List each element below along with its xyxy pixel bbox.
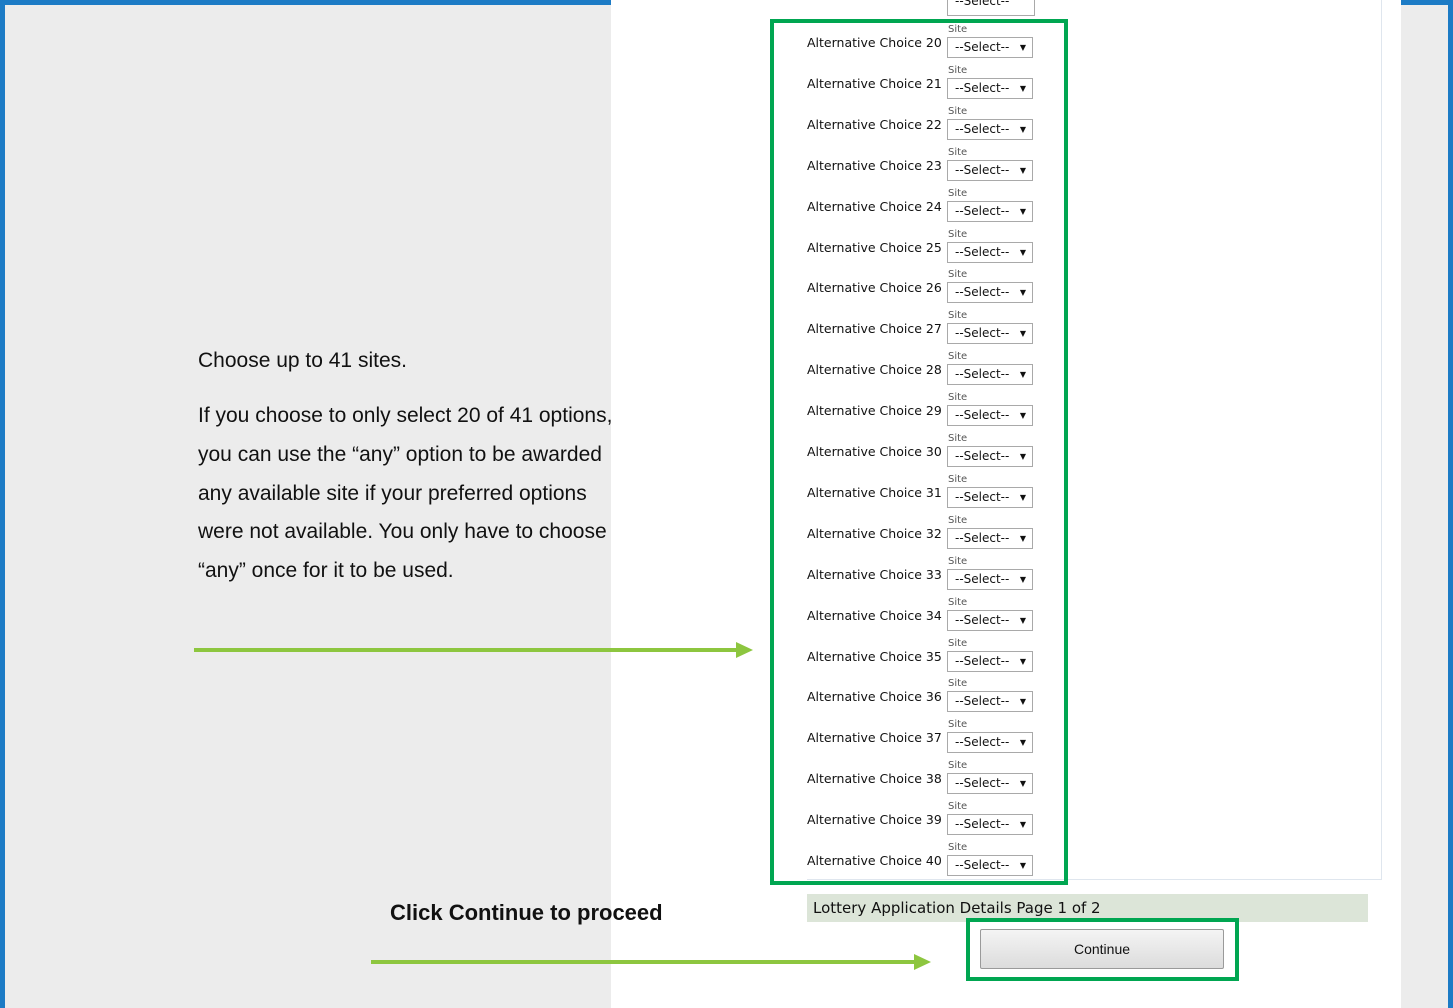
continue-button[interactable]: Continue xyxy=(980,929,1224,969)
instruction-paragraph-line-3: any available site if your preferred opt… xyxy=(198,482,587,505)
click-continue-instruction: Click Continue to proceed xyxy=(390,900,663,925)
instruction-paragraph-line-4: were not available. You only have to cho… xyxy=(198,520,607,543)
site-select-alternative-choice-19[interactable]: --Select-- xyxy=(947,0,1035,16)
choices-highlight-box xyxy=(770,19,1068,885)
instruction-heading: Choose up to 41 sites. xyxy=(198,349,407,372)
instruction-paragraph-line-1: If you choose to only select 20 of 41 op… xyxy=(198,404,613,427)
instruction-paragraph-line-2: you can use the “any” option to be award… xyxy=(198,443,602,466)
instruction-paragraph-line-5: “any” once for it to be used. xyxy=(198,559,454,582)
